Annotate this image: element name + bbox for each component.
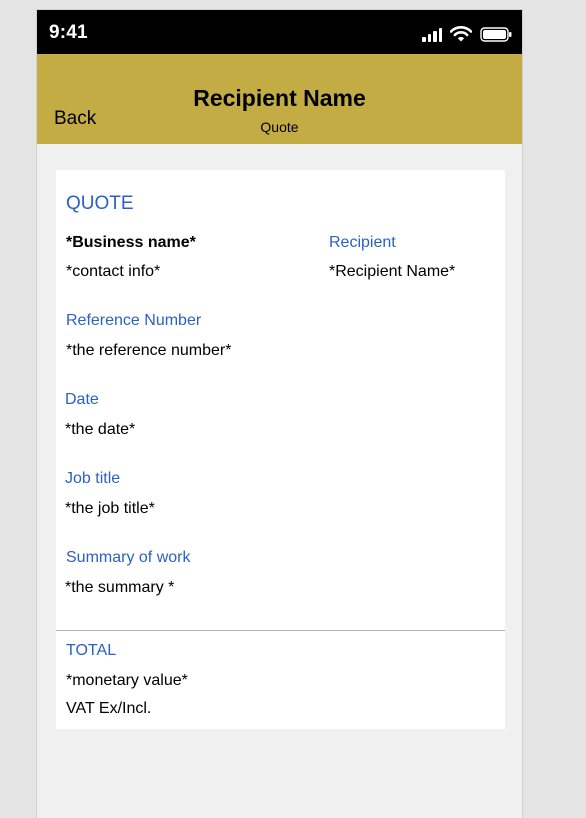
date-value: *the date* <box>65 421 136 438</box>
status-time: 9:41 <box>49 22 88 43</box>
page-title: Recipient Name <box>193 85 366 111</box>
vat-note: VAT Ex/Incl. <box>66 700 152 717</box>
reference-number-label: Reference Number <box>66 312 202 329</box>
wifi-icon <box>450 26 472 42</box>
status-icons <box>422 24 512 42</box>
divider <box>56 630 505 631</box>
recipient-name: *Recipient Name* <box>329 263 456 280</box>
battery-icon <box>480 27 512 42</box>
total-label: TOTAL <box>66 642 117 659</box>
contact-info: *contact info* <box>66 263 161 280</box>
summary-value: *the summary * <box>65 579 175 596</box>
total-value: *monetary value* <box>66 672 188 689</box>
signal-icon <box>422 28 442 42</box>
navigation-bar: Back Recipient Name Quote <box>37 54 522 144</box>
job-title-label: Job title <box>65 470 121 487</box>
quote-heading: QUOTE <box>66 193 134 214</box>
recipient-label: Recipient <box>329 234 396 251</box>
job-title-value: *the job title* <box>65 500 155 517</box>
summary-label: Summary of work <box>66 549 191 566</box>
reference-number-value: *the reference number* <box>66 342 232 359</box>
quote-card: QUOTE *Business name* Recipient *contact… <box>56 170 505 729</box>
phone-screen: 9:41 Back Recipient Name Quote QUOTE *Bu… <box>37 10 522 818</box>
page-subtitle: Quote <box>260 119 299 135</box>
date-label: Date <box>65 391 99 408</box>
business-name: *Business name* <box>66 234 196 251</box>
status-bar: 9:41 <box>37 10 522 54</box>
